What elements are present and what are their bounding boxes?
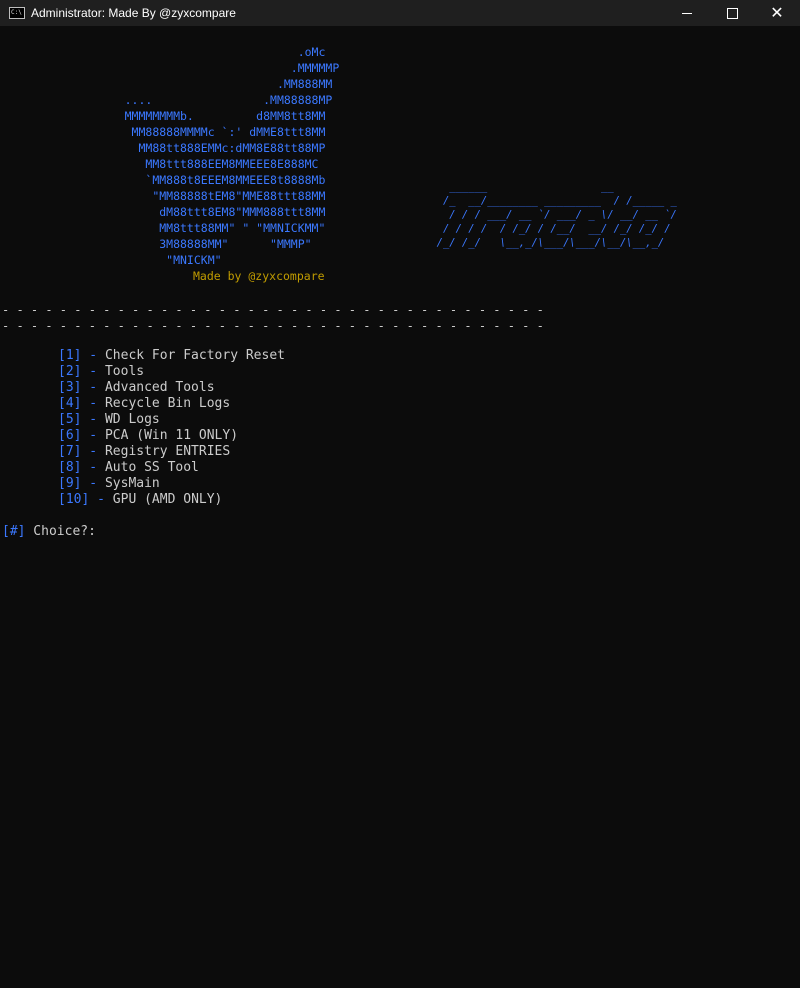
terminal-output[interactable]: .oMc .MMMMMP .MM888MM .... .MM88888MP MM…	[0, 26, 800, 988]
minimize-button[interactable]	[664, 0, 710, 26]
made-by-text: Made by @zyxcompare	[193, 269, 325, 283]
ascii-banner: ______ __ /_ __/________ _________ / /__…	[436, 181, 677, 249]
menu-item: [8] - Auto SS Tool	[58, 460, 199, 475]
maximize-button[interactable]	[709, 0, 755, 26]
menu-item: [3] - Advanced Tools	[58, 380, 215, 395]
menu-item: [7] - Registry ENTRIES	[58, 444, 231, 459]
menu-item: [5] - WD Logs	[58, 412, 160, 427]
menu-item: [1] - Check For Factory Reset	[58, 348, 285, 363]
ascii-logo: .oMc .MMMMMP .MM888MM .... .MM88888MP MM…	[124, 45, 340, 267]
menu-item: [2] - Tools	[58, 364, 145, 379]
close-icon: ✕	[770, 3, 784, 22]
maximize-icon	[726, 7, 738, 19]
menu-item: [10] - GPU (AMD ONLY)	[58, 492, 223, 507]
menu-item: [9] - SysMain	[58, 476, 160, 491]
console-icon: C:\	[9, 7, 25, 19]
title-bar: C:\ Administrator: Made By @zyxcompare ✕	[0, 0, 800, 26]
menu-item: [6] - PCA (Win 11 ONLY)	[58, 428, 239, 443]
minimize-icon	[682, 12, 692, 14]
choice-prompt[interactable]: [#] Choice?:	[2, 524, 96, 540]
divider-line: - - - - - - - - - - - - - - - - - - - - …	[2, 303, 544, 317]
window-title: Administrator: Made By @zyxcompare	[31, 6, 236, 20]
close-button[interactable]: ✕	[754, 0, 800, 26]
divider-line: - - - - - - - - - - - - - - - - - - - - …	[2, 319, 544, 333]
menu-list: [1] - Check For Factory Reset [2] - Tool…	[58, 348, 285, 508]
menu-item: [4] - Recycle Bin Logs	[58, 396, 231, 411]
